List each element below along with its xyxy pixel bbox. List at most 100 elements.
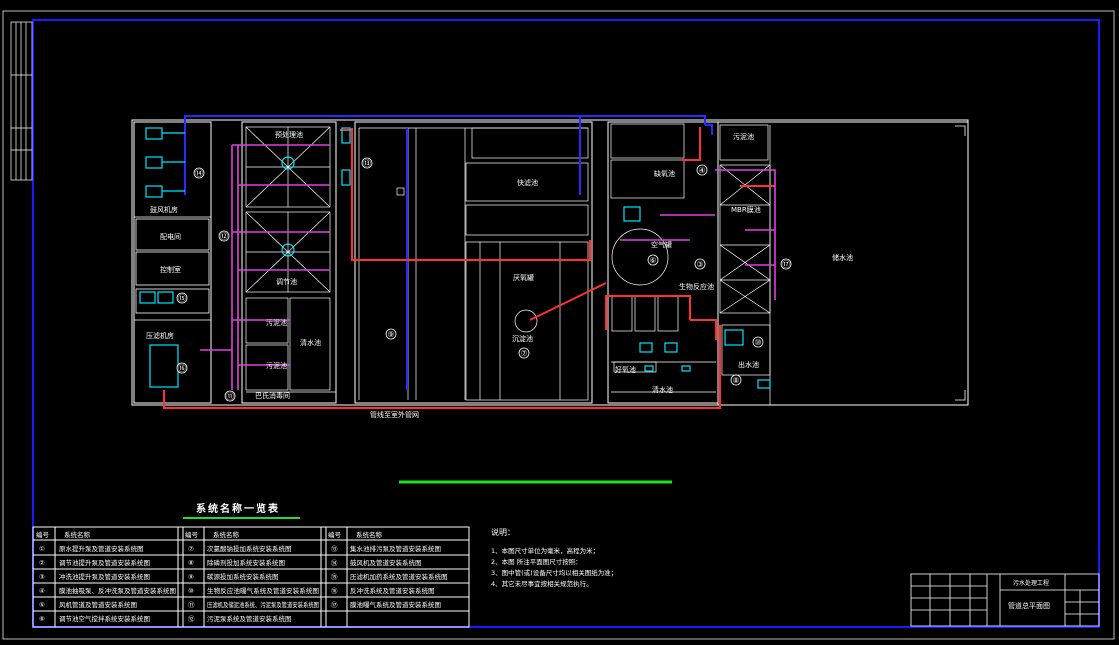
- room-reg: 调节池: [276, 277, 297, 286]
- room-aerobic: 好氧池: [615, 365, 636, 374]
- marker-label: ⑭: [195, 169, 203, 178]
- row-name: 碳源投加系统安装系统图: [207, 572, 279, 581]
- cyan-equipment: [139, 127, 771, 389]
- row-name: 除磷剂投加系统安装系统图: [207, 558, 285, 567]
- note-line: 4、其它未尽事宜按相关规范执行。: [491, 579, 593, 588]
- row-name: 调节池空气搅拌系统安装系统图: [59, 614, 150, 623]
- header-name-3: 系统名称: [356, 530, 383, 539]
- header-name-2: 系统名称: [213, 530, 240, 539]
- room-pre: 预处理池: [275, 130, 303, 139]
- marker-label: ⑪: [226, 392, 234, 401]
- room-heat: 巴氏消毒间: [255, 391, 290, 400]
- room-sludge-a: 污泥池: [266, 318, 287, 327]
- marker-label: ⑰: [782, 260, 790, 269]
- marker-label: ⑯: [178, 364, 186, 373]
- corner-marks: [955, 125, 966, 401]
- room-anoxic: 缺氧池: [654, 169, 675, 178]
- header-num-1: 编号: [36, 530, 50, 539]
- row-num: ④: [39, 587, 45, 595]
- header-name-1: 系统名称: [64, 530, 91, 539]
- row-num: ⑫: [188, 615, 195, 623]
- room-sludge-b: 污泥池: [266, 361, 287, 370]
- marker-label: ⑧: [732, 376, 739, 385]
- title-block-text: 污水处理工程 管道总平面图: [1008, 579, 1050, 610]
- table-col-3: ⑬ 集水池排污泵及管道安装系统图 ⑭ 鼓风机及管道安装系统图 ⑮ 压滤机加药系统…: [331, 544, 448, 609]
- room-labels: 鼓风机房 配电间 控制室 压滤机房 预处理池 调节池 污泥池 污泥池 清水池 巴…: [146, 130, 853, 419]
- room-bio: 生物反应池: [679, 282, 714, 291]
- row-num: ⑧: [188, 559, 194, 567]
- row-name: 冲洗池提升泵及管道安装系统图: [59, 572, 150, 581]
- row-name: 反冲洗系统及管道安装系统图: [350, 586, 435, 595]
- row-name: 原水提升泵及管道安装系统图: [59, 544, 144, 553]
- pretreat-grid: [245, 126, 336, 393]
- bio-reactor-block: [610, 123, 716, 393]
- row-num: ①: [39, 545, 45, 553]
- room-clean: 清水池: [300, 338, 321, 347]
- room-press: 压滤机房: [146, 331, 174, 340]
- room-control: 控制室: [160, 265, 181, 274]
- row-name: 风机管道及管道安装系统图: [59, 600, 137, 609]
- row-name: 生物反应池曝气系统及管道安装系统图: [207, 586, 319, 595]
- marker-label: ③: [696, 260, 703, 269]
- marker-label: ⑥: [649, 256, 656, 265]
- row-name: 调节池提升泵及管道安装系统图: [59, 558, 150, 567]
- room-sludge-dry: 污泥池: [733, 132, 754, 141]
- note-line: 3、图中管(或)设备尺寸均以相关图纸为准；: [491, 568, 617, 577]
- row-num: ⑤: [39, 601, 45, 609]
- row-name: 压滤机及储泥池系统、污泥泵及管道安装系统图: [207, 600, 319, 609]
- marker-label: ⑦: [520, 349, 527, 358]
- marker-label: ⑫: [220, 232, 228, 241]
- note-line: 1、本图尺寸单位为毫米，高程为米；: [491, 546, 599, 555]
- row-name: 次氯酸钠投加系统安装系统图: [207, 544, 292, 553]
- room-anaerobic: 厌氧罐: [513, 273, 534, 282]
- row-name: 鼓风机及管道安装系统图: [350, 558, 422, 567]
- table-headers: 编号 系统名称 编号 系统名称 编号 系统名称: [36, 530, 383, 539]
- row-name: 膜池抽吸泵、反冲洗泵及管道安装系统图: [59, 586, 176, 595]
- row-name: 压滤机加药系统及管道安装系统图: [350, 572, 448, 581]
- marker-label: ⑬: [363, 159, 371, 168]
- row-num: ⑰: [331, 601, 338, 609]
- header-num-3: 编号: [328, 530, 342, 539]
- row-num: ⑯: [331, 587, 338, 595]
- notes-block: 说明： 1、本图尺寸单位为毫米，高程为米； 2、本图 所注平面图尺寸按照： 3、…: [491, 527, 617, 588]
- row-num: ⑮: [331, 573, 338, 581]
- row-name: 污泥泵系统及管道安装系统图: [207, 614, 292, 623]
- room-mbr: MBR膜池: [731, 205, 761, 214]
- row-num: ⑬: [331, 545, 338, 553]
- marker-label: ④: [698, 166, 705, 175]
- room-sed: 沉淀池: [512, 334, 533, 343]
- note-line: 2、本图 所注平面图尺寸按照：: [491, 557, 582, 566]
- row-num: ⑩: [188, 587, 194, 595]
- row-name: 集水池排污泵及管道安装系统图: [350, 544, 441, 553]
- room-air: 空气罐: [651, 240, 672, 249]
- room-fan: 鼓风机房: [150, 205, 178, 214]
- room-clear: 清水池: [652, 385, 673, 394]
- room-filter: 快滤池: [517, 178, 538, 187]
- notes-heading: 说明：: [491, 527, 515, 537]
- side-label-strip: [10, 21, 33, 181]
- drawing-canvas: 鼓风机房 配电间 控制室 压滤机房 预处理池 调节池 污泥池 污泥池 清水池 巴…: [2, 10, 1115, 640]
- title-block: [910, 573, 1100, 627]
- marker-label: ⑩: [754, 338, 761, 347]
- ext-pipe-label: 管线至室外管网: [370, 410, 419, 419]
- magenta-pipes: [200, 144, 776, 390]
- row-num: ⑭: [331, 559, 338, 567]
- room-outlet: 出水池: [738, 360, 759, 369]
- table-title: 系统名称一览表: [196, 502, 280, 515]
- filter-block: [358, 127, 589, 401]
- room-power: 配电间: [160, 232, 181, 241]
- row-num: ③: [39, 573, 45, 581]
- row-num: ⑪: [188, 601, 195, 609]
- row-name: 膜池曝气系统及管道安装系统图: [350, 600, 441, 609]
- row-num: ⑦: [188, 545, 194, 553]
- row-num: ⑨: [188, 573, 194, 581]
- blue-pipes: [184, 115, 713, 390]
- row-num: ②: [39, 559, 45, 567]
- row-num: ⑥: [39, 615, 45, 623]
- header-num-2: 编号: [185, 530, 199, 539]
- marker-label: ⑮: [178, 294, 186, 303]
- marker-label: ⑨: [387, 330, 394, 339]
- project-name: 污水处理工程: [1013, 579, 1049, 587]
- outer-frame: [2, 10, 1115, 640]
- room-storage: 储水池: [832, 253, 853, 262]
